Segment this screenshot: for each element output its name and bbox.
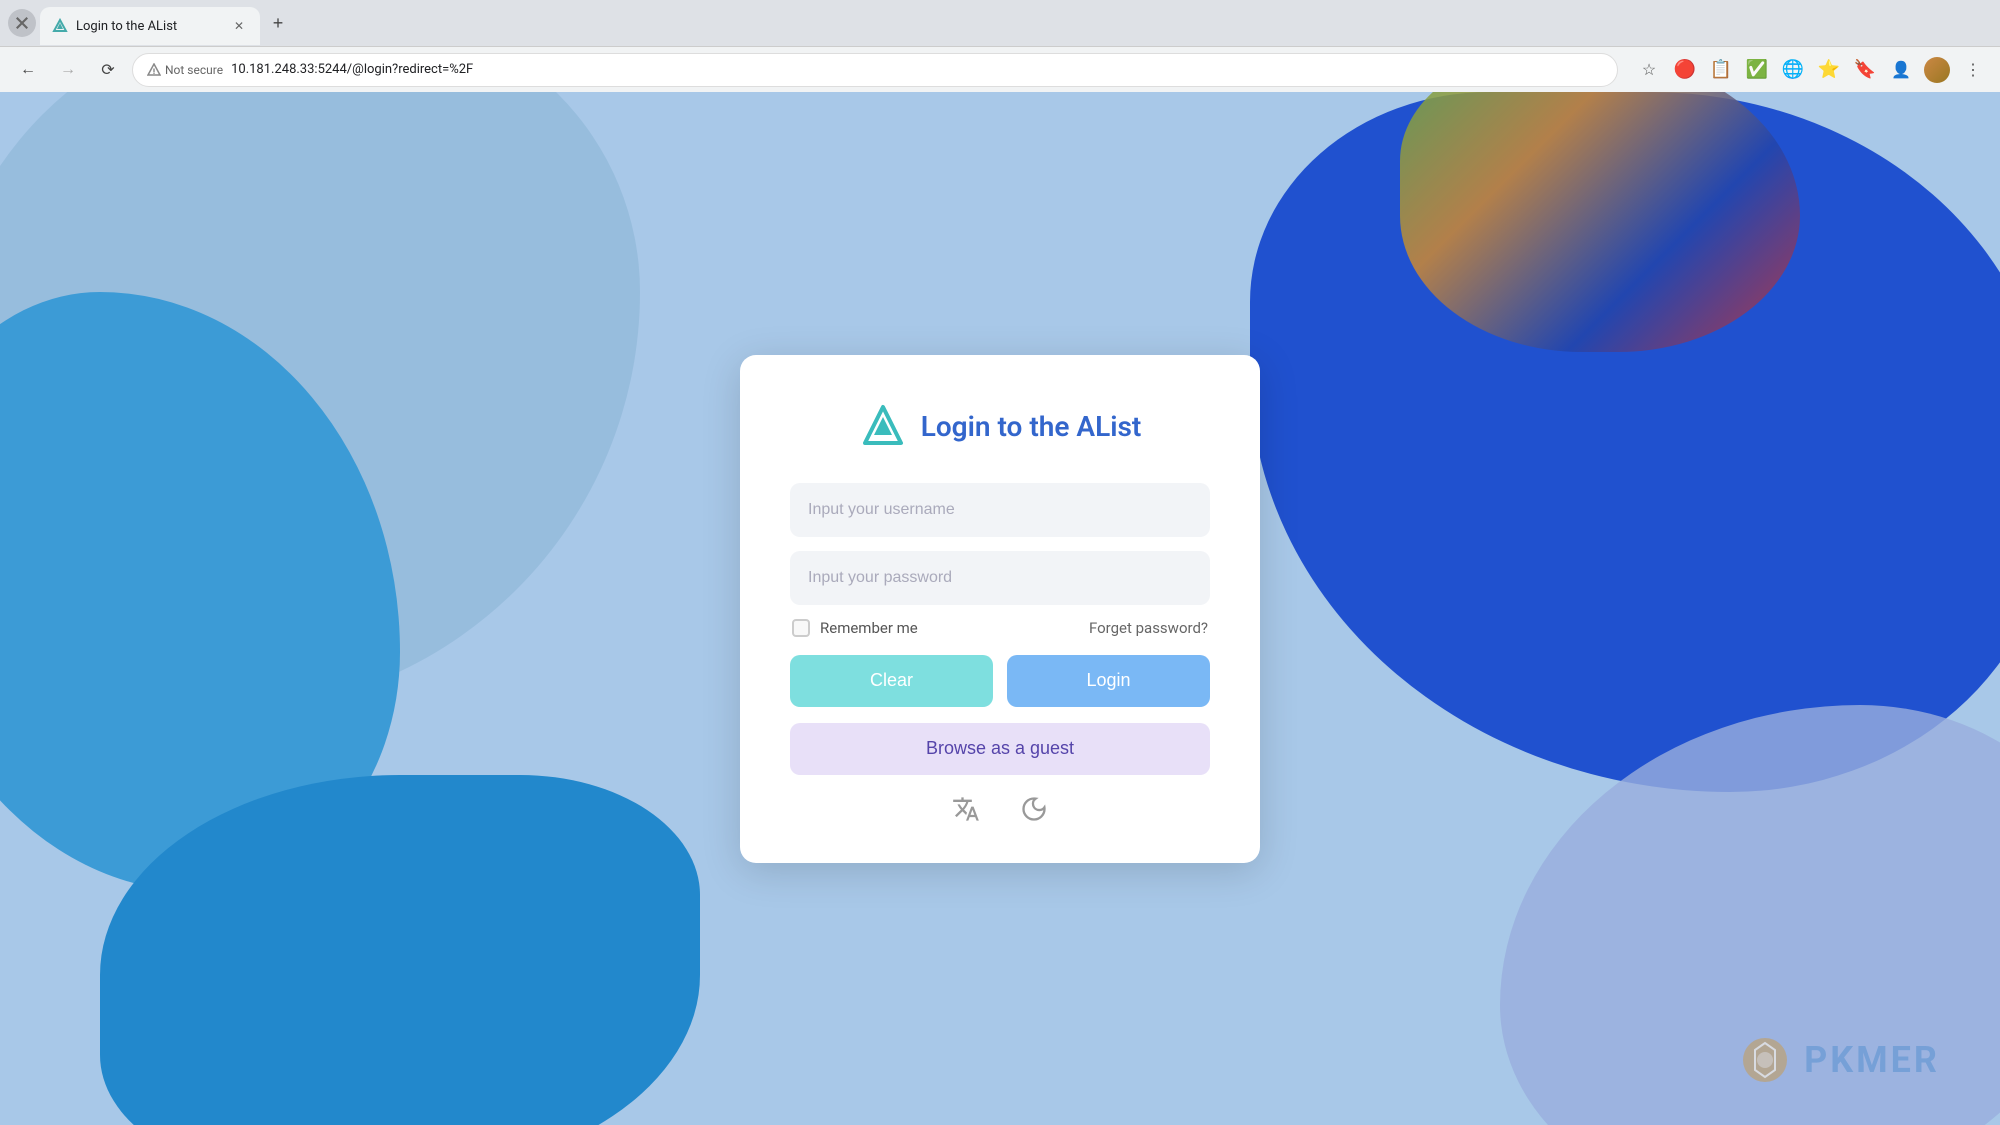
security-indicator: Not secure bbox=[147, 63, 223, 77]
bookmark-button[interactable]: ☆ bbox=[1634, 55, 1664, 85]
reload-button[interactable]: ⟳ bbox=[92, 54, 124, 86]
active-tab[interactable]: Login to the AList ✕ bbox=[40, 7, 260, 45]
login-card: Login to the AList Remember me Forget pa… bbox=[740, 355, 1260, 863]
ext-icon-6[interactable]: 🔖 bbox=[1850, 55, 1880, 85]
avatar-button[interactable] bbox=[1922, 55, 1952, 85]
language-button[interactable] bbox=[952, 795, 980, 823]
login-button[interactable]: Login bbox=[1007, 655, 1210, 707]
page-background: Login to the AList Remember me Forget pa… bbox=[0, 92, 2000, 1125]
action-buttons-row: Clear Login bbox=[790, 655, 1210, 707]
remember-row: Remember me Forget password? bbox=[790, 619, 1210, 637]
tab-bar: Login to the AList ✕ + bbox=[0, 0, 2000, 46]
alist-logo-icon bbox=[859, 403, 907, 451]
ext-icon-3[interactable]: ✅ bbox=[1742, 55, 1772, 85]
moon-icon bbox=[1020, 795, 1048, 823]
browser-chrome: Login to the AList ✕ + ← → ⟳ Not secure … bbox=[0, 0, 2000, 92]
ext-icon-2[interactable]: 📋 bbox=[1706, 55, 1736, 85]
address-bar: ← → ⟳ Not secure 10.181.248.33:5244/@log… bbox=[0, 46, 2000, 92]
bg-blob-topright bbox=[1400, 92, 1800, 352]
pkmer-watermark: PKMER bbox=[1740, 1035, 1940, 1085]
url-text: 10.181.248.33:5244/@login?redirect=%2F bbox=[231, 62, 473, 77]
new-tab-button[interactable]: + bbox=[264, 9, 292, 37]
ext-icon-5[interactable]: ⭐ bbox=[1814, 55, 1844, 85]
pkmer-logo-icon bbox=[1740, 1035, 1790, 1085]
tab-close-icon[interactable]: ✕ bbox=[230, 17, 248, 35]
pkmer-text: PKMER bbox=[1804, 1039, 1940, 1081]
forward-button[interactable]: → bbox=[52, 54, 84, 86]
menu-button[interactable]: ⋮ bbox=[1958, 55, 1988, 85]
password-input[interactable] bbox=[790, 551, 1210, 605]
remember-me-label: Remember me bbox=[820, 619, 918, 637]
window-controls[interactable] bbox=[8, 9, 36, 37]
toolbar-icons: ☆ 🔴 📋 ✅ 🌐 ⭐ 🔖 👤 ⋮ bbox=[1634, 55, 1988, 85]
clear-button[interactable]: Clear bbox=[790, 655, 993, 707]
ext-icon-4[interactable]: 🌐 bbox=[1778, 55, 1808, 85]
profile-icon[interactable]: 👤 bbox=[1886, 55, 1916, 85]
dark-mode-button[interactable] bbox=[1020, 795, 1048, 823]
card-footer-icons bbox=[790, 795, 1210, 823]
url-bar[interactable]: Not secure 10.181.248.33:5244/@login?red… bbox=[132, 53, 1618, 87]
username-input[interactable] bbox=[790, 483, 1210, 537]
forget-password-link[interactable]: Forget password? bbox=[1089, 619, 1208, 637]
guest-button[interactable]: Browse as a guest bbox=[790, 723, 1210, 775]
login-card-wrapper: Login to the AList Remember me Forget pa… bbox=[740, 355, 1260, 863]
not-secure-label: Not secure bbox=[165, 63, 223, 77]
remember-left: Remember me bbox=[792, 619, 918, 637]
tab-title: Login to the AList bbox=[76, 19, 222, 34]
warning-icon bbox=[147, 63, 161, 77]
remember-me-checkbox[interactable] bbox=[792, 619, 810, 637]
translate-icon bbox=[952, 795, 980, 823]
tab-favicon bbox=[52, 18, 68, 34]
ext-icon-1[interactable]: 🔴 bbox=[1670, 55, 1700, 85]
card-header: Login to the AList bbox=[790, 403, 1210, 451]
card-title: Login to the AList bbox=[921, 410, 1142, 443]
back-button[interactable]: ← bbox=[12, 54, 44, 86]
